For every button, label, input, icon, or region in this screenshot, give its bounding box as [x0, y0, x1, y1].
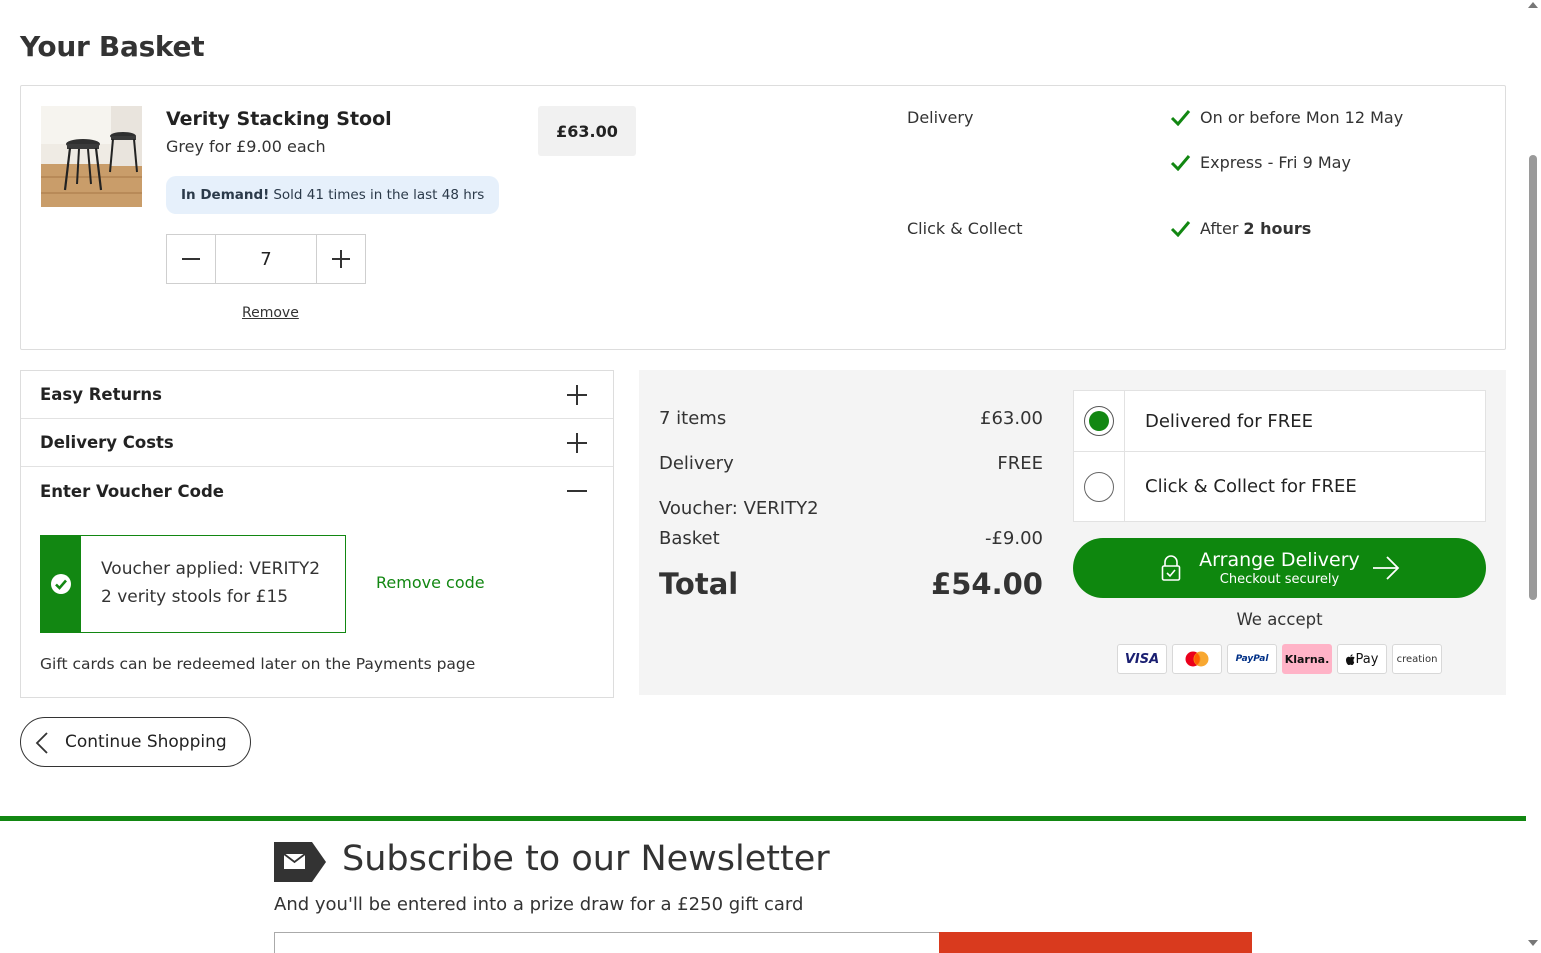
chevron-left-icon: [35, 732, 48, 754]
checkout-button-label: Arrange Delivery: [1199, 548, 1360, 571]
summary-items-value: £63.00: [980, 408, 1043, 429]
payment-methods: VISA PayPal Klarna. Pay creation: [1117, 644, 1442, 674]
page-title: Your Basket: [20, 30, 205, 63]
voucher-text: Voucher applied: VERITY2 2 verity stools…: [81, 536, 320, 632]
summary-total-label: Total: [659, 567, 739, 601]
minus-icon: [181, 258, 200, 260]
check-icon: [1170, 155, 1191, 171]
accordion-easy-returns[interactable]: Easy Returns: [21, 371, 613, 419]
scroll-down-arrow[interactable]: [1528, 940, 1538, 946]
check-icon: [1170, 110, 1191, 126]
scroll-up-arrow[interactable]: [1528, 2, 1538, 8]
newsletter-email-input[interactable]: [274, 932, 940, 953]
arrow-right-icon: [1373, 556, 1400, 580]
fulfilment-options: Delivered for FREE Click & Collect for F…: [1073, 390, 1486, 522]
quantity-stepper: 7: [166, 234, 366, 284]
voucher-description: 2 verity stools for £15: [101, 587, 289, 607]
option-radio-cell: [1074, 452, 1125, 521]
voucher-status-strip: [41, 536, 81, 632]
mastercard-icon: [1172, 644, 1222, 674]
continue-shopping-button[interactable]: Continue Shopping: [20, 717, 251, 767]
accordion-voucher-code-title: Enter Voucher Code: [40, 481, 224, 501]
plus-icon: [567, 432, 587, 453]
newsletter-submit-button[interactable]: [939, 932, 1252, 953]
checkout-button-text: Arrange Delivery Checkout securely: [1199, 549, 1360, 588]
summary-total-value: £54.00: [931, 567, 1043, 601]
we-accept-label: We accept: [1236, 610, 1323, 629]
accordion-delivery-costs[interactable]: Delivery Costs: [21, 419, 613, 467]
increase-quantity-button[interactable]: [317, 235, 365, 283]
accordion-voucher-code[interactable]: Enter Voucher Code: [21, 467, 613, 515]
newsletter-divider: [0, 816, 1526, 821]
lock-icon: [1161, 555, 1181, 581]
envelope-icon: [274, 842, 326, 882]
gift-card-note: Gift cards can be redeemed later on the …: [40, 655, 476, 673]
page-scrollbar[interactable]: [1526, 0, 1541, 953]
in-demand-label: In Demand!: [181, 187, 270, 203]
summary-basket-label: Basket: [659, 528, 720, 549]
click-collect-label: Click & Collect: [907, 219, 1023, 238]
option-delivered-free-label: Delivered for FREE: [1145, 410, 1313, 432]
checkout-button[interactable]: Arrange Delivery Checkout securely: [1073, 538, 1486, 598]
summary-delivery-label: Delivery: [659, 453, 734, 474]
radio-selected[interactable]: [1084, 406, 1114, 436]
product-image[interactable]: [41, 106, 142, 207]
quantity-input[interactable]: 7: [214, 235, 318, 283]
checkout-button-sublabel: Checkout securely: [1219, 571, 1340, 587]
delivery-option-express-text: Express - Fri 9 May: [1200, 153, 1351, 172]
remove-voucher-link[interactable]: Remove code: [376, 573, 485, 592]
visa-icon: VISA: [1117, 644, 1167, 674]
decrease-quantity-button[interactable]: [167, 235, 215, 283]
option-click-collect-free-label: Click & Collect for FREE: [1145, 476, 1357, 497]
click-collect-time: 2 hours: [1243, 219, 1312, 238]
check-circle-icon: [51, 574, 71, 594]
klarna-icon: Klarna.: [1282, 644, 1332, 674]
radio-unselected[interactable]: [1084, 471, 1114, 502]
summary-basket-discount: -£9.00: [984, 528, 1043, 549]
option-click-collect-free[interactable]: Click & Collect for FREE: [1074, 452, 1485, 521]
summary-voucher-label: Voucher: VERITY2: [659, 498, 819, 519]
voucher-applied-text: Voucher applied: VERITY2: [101, 559, 321, 579]
summary-items-label: 7 items: [659, 408, 727, 429]
delivery-label: Delivery: [907, 108, 974, 127]
newsletter-subtitle: And you'll be entered into a prize draw …: [274, 894, 804, 915]
creation-icon: creation: [1392, 644, 1442, 674]
product-variant: Grey for £9.00 each: [166, 137, 326, 156]
voucher-applied-box: Voucher applied: VERITY2 2 verity stools…: [40, 535, 346, 633]
accordion-delivery-costs-title: Delivery Costs: [40, 433, 174, 452]
newsletter-title: Subscribe to our Newsletter: [342, 839, 830, 879]
remove-item-link[interactable]: Remove: [242, 305, 299, 321]
scrollbar-thumb[interactable]: [1529, 155, 1537, 600]
line-price: £63.00: [538, 106, 636, 156]
apple-pay-icon: Pay: [1337, 644, 1387, 674]
minus-icon: [567, 490, 587, 492]
option-radio-cell: [1074, 391, 1125, 451]
in-demand-text: Sold 41 times in the last 48 hrs: [273, 187, 485, 203]
summary-delivery-value: FREE: [997, 453, 1043, 474]
basket-item-card: Verity Stacking Stool Grey for £9.00 eac…: [20, 85, 1506, 350]
delivery-option-standard: On or before Mon 12 May: [1170, 108, 1403, 127]
plus-icon: [567, 384, 587, 405]
click-collect-prefix: After: [1200, 219, 1239, 238]
continue-shopping-label: Continue Shopping: [65, 732, 227, 752]
delivery-option-express: Express - Fri 9 May: [1170, 153, 1351, 172]
paypal-icon: PayPal: [1227, 644, 1277, 674]
plus-icon: [332, 250, 351, 268]
basket-info-accordion: Easy Returns Delivery Costs Enter Vouche…: [20, 370, 614, 698]
order-summary: 7 items £63.00 Delivery FREE Voucher: VE…: [639, 370, 1506, 695]
accordion-easy-returns-title: Easy Returns: [40, 385, 162, 404]
check-icon: [1170, 221, 1191, 237]
in-demand-badge: In Demand! Sold 41 times in the last 48 …: [166, 176, 500, 214]
delivery-option-standard-text: On or before Mon 12 May: [1200, 108, 1404, 127]
click-collect-availability: After 2 hours: [1170, 219, 1311, 238]
option-delivered-free[interactable]: Delivered for FREE: [1074, 391, 1485, 452]
product-name[interactable]: Verity Stacking Stool: [166, 108, 392, 130]
